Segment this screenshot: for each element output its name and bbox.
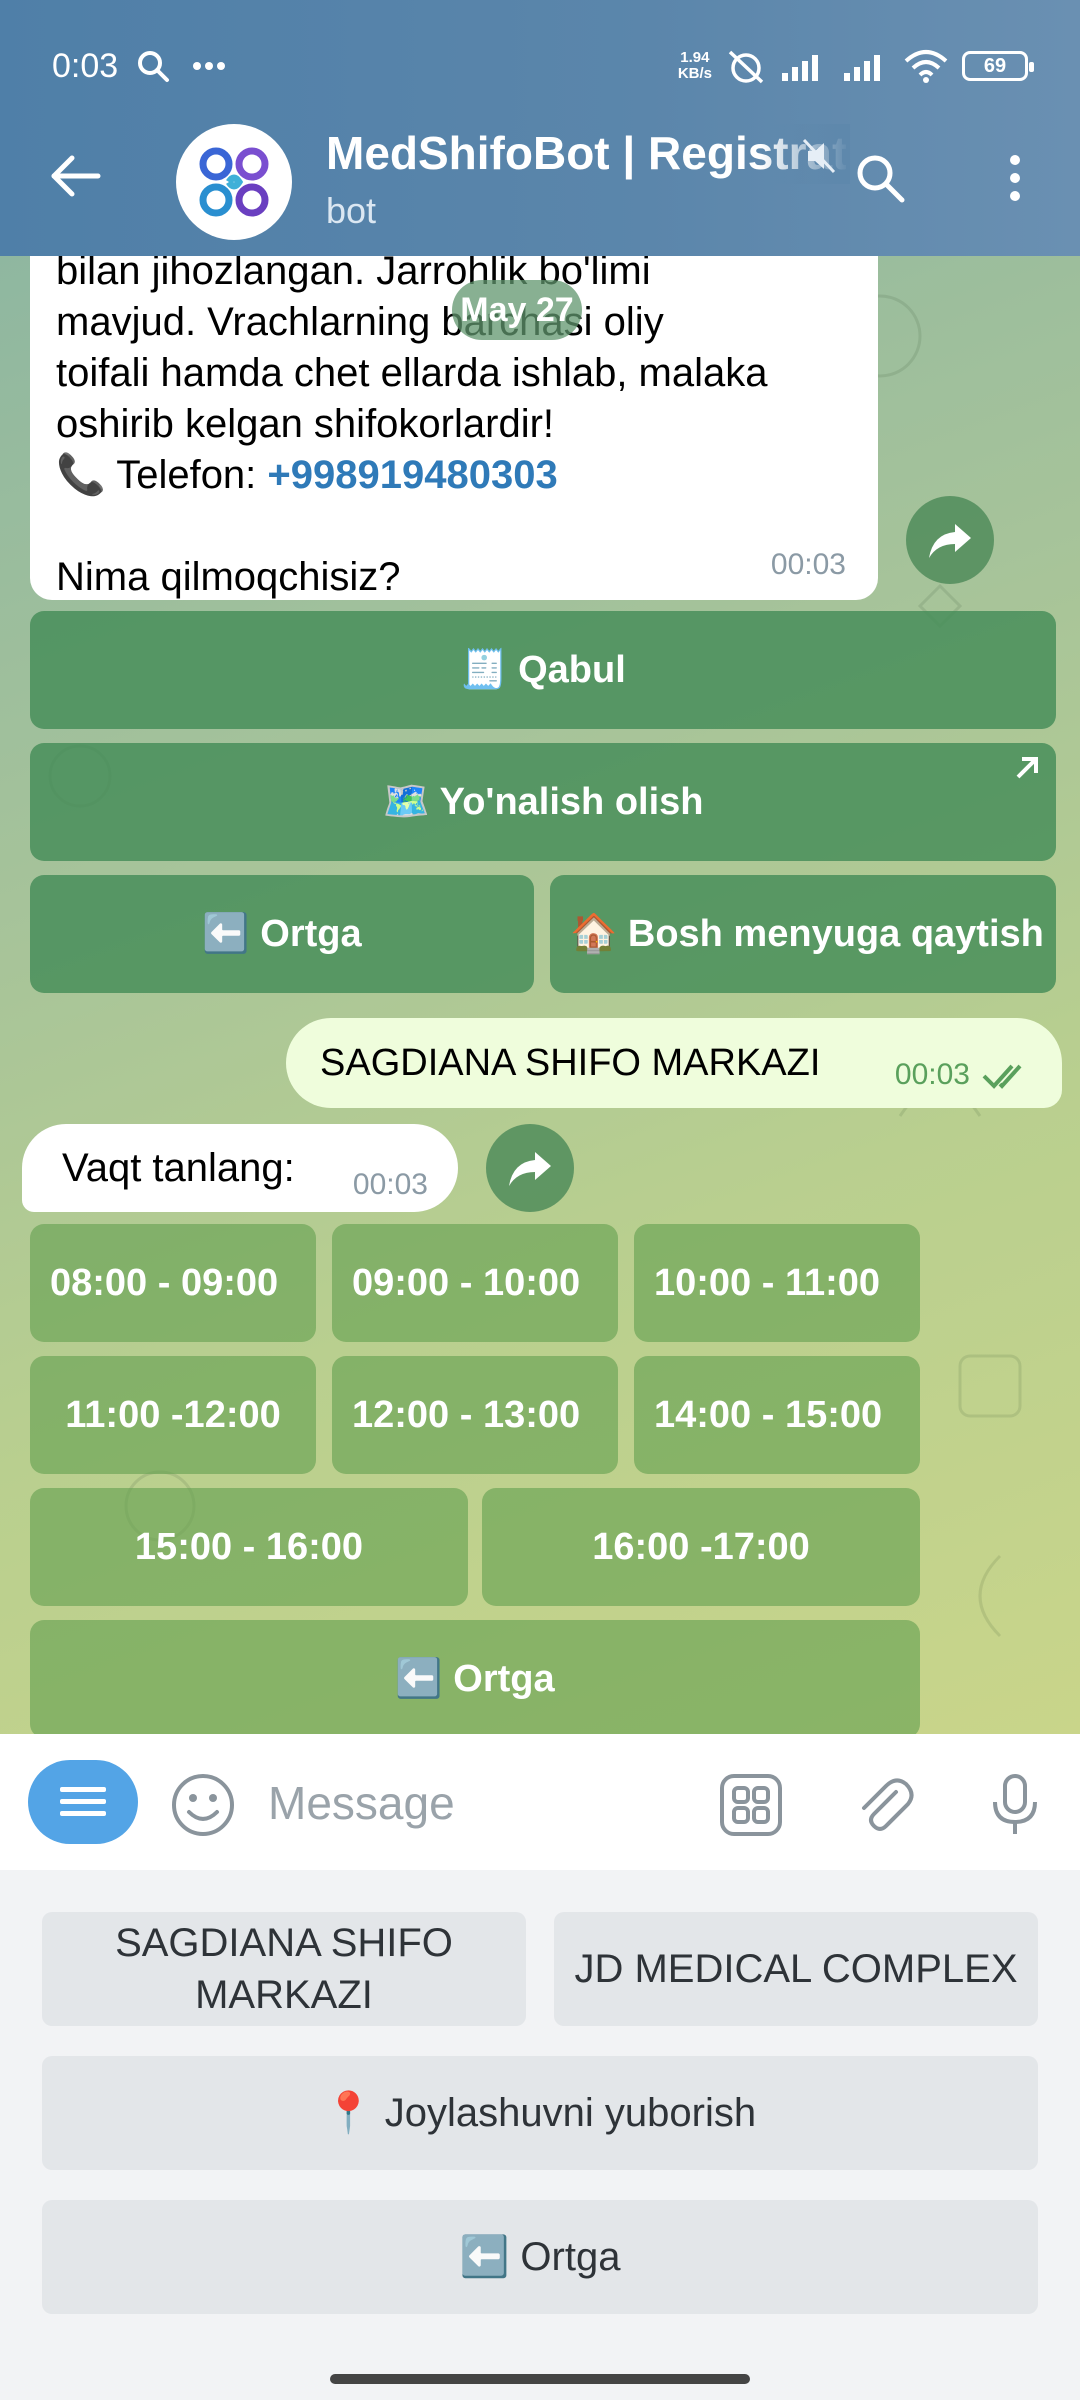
share-arrow-icon <box>509 1152 551 1186</box>
message-time: 00:03 <box>352 1168 428 1201</box>
message-line: oshirib kelgan shifokorlardir! <box>56 402 555 446</box>
more-vertical-icon[interactable] <box>990 148 1040 208</box>
phone-line: 📞 Telefon: +998919480303 <box>56 450 852 501</box>
message-input-bar <box>0 1734 1080 1870</box>
phone-label: 📞 Telefon: <box>56 453 268 497</box>
message-line: toifali hamda chet ellarda ishlab, malak… <box>56 351 768 395</box>
time-slots-back-button[interactable]: ⬅️ Ortga <box>30 1620 920 1734</box>
share-arrow-icon <box>929 524 971 558</box>
phone-link[interactable]: +998919480303 <box>267 453 557 497</box>
back-arrow-icon[interactable] <box>46 146 106 206</box>
time-slot-button[interactable]: 12:00 - 13:00 <box>332 1356 618 1474</box>
wifi-icon <box>904 50 948 83</box>
qabul-button[interactable]: 🧾 Qabul <box>30 611 1056 729</box>
message-line: bilan jihozlangan. Jarrohlik bo'limi <box>56 256 651 293</box>
search-icon[interactable] <box>850 148 910 208</box>
menu-icon <box>60 1787 106 1816</box>
status-time: 0:03 <box>52 46 119 85</box>
time-slot-button[interactable]: 14:00 - 15:00 <box>634 1356 920 1474</box>
chat-area[interactable]: bilan jihozlangan. Jarrohlik bo'limi mav… <box>0 256 1080 1734</box>
reply-option-jd-medical[interactable]: JD MEDICAL COMPLEX <box>554 1912 1038 2026</box>
yonalish-button[interactable]: 🗺️ Yo'nalish olish <box>30 743 1056 861</box>
time-slot-button[interactable]: 16:00 -17:00 <box>482 1488 920 1606</box>
external-link-icon <box>1016 757 1038 779</box>
app-bar: MedShifoBot | Registration bot <box>0 118 1080 244</box>
reply-keyboard: SAGDIANA SHIFO MARKAZI JD MEDICAL COMPLE… <box>0 1870 1080 2400</box>
emoji-icon[interactable] <box>170 1772 236 1838</box>
signal-icon-1 <box>782 55 818 81</box>
time-slot-button[interactable]: 11:00 -12:00 <box>30 1356 316 1474</box>
signal-icon-2 <box>844 55 880 81</box>
medshifo-logo-icon <box>199 147 269 217</box>
chat-header: 0:03 1.94 KB/s 69 MedShifoBot | Regist b… <box>0 0 1080 256</box>
bosh-menyu-button[interactable]: 🏠 Bosh menyuga qaytish <box>550 875 1056 993</box>
user-message-text: SAGDIANA SHIFO MARKAZI <box>320 1041 821 1084</box>
bot-commands-icon[interactable] <box>718 1772 784 1838</box>
yonalish-label: 🗺️ Yo'nalish olish <box>382 781 704 823</box>
reply-option-sagdiana[interactable]: SAGDIANA SHIFO MARKAZI <box>42 1912 526 2026</box>
chat-subtitle: bot <box>326 190 377 231</box>
network-speed: 1.94 KB/s <box>677 49 712 82</box>
user-message: SAGDIANA SHIFO MARKAZI 00:03 <box>286 1018 1062 1108</box>
battery-icon: 69 <box>962 51 1034 81</box>
time-slot-button[interactable]: 08:00 - 09:00 <box>30 1224 316 1342</box>
search-status-icon <box>138 51 170 82</box>
message-text: Vaqt tanlang: <box>62 1145 295 1190</box>
date-pill: May 27 <box>452 280 582 340</box>
reply-back-button[interactable]: ⬅️ Ortga <box>42 2200 1038 2314</box>
bot-avatar[interactable] <box>176 124 292 240</box>
message-question: Nima qilmoqchisiz? <box>56 555 401 599</box>
send-location-button[interactable]: 📍 Joylashuvni yuborish <box>42 2056 1038 2170</box>
message-time: 00:03 <box>770 548 846 581</box>
share-button[interactable] <box>906 496 994 584</box>
time-slot-button[interactable]: 15:00 - 16:00 <box>30 1488 468 1606</box>
alarm-off-icon <box>728 50 764 84</box>
ortga-button[interactable]: ⬅️ Ortga <box>30 875 534 993</box>
share-button[interactable] <box>486 1124 574 1212</box>
more-status-icon <box>193 62 226 70</box>
time-slot-button[interactable]: 09:00 - 10:00 <box>332 1224 618 1342</box>
message-input[interactable] <box>268 1768 668 1838</box>
status-bar: 0:03 1.94 KB/s 69 <box>52 36 1034 96</box>
home-indicator[interactable] <box>330 2374 750 2384</box>
attach-icon[interactable] <box>852 1772 918 1838</box>
double-check-icon <box>982 1064 1022 1089</box>
microphone-icon[interactable] <box>982 1772 1048 1838</box>
bot-menu-button[interactable] <box>28 1760 138 1844</box>
bot-message-time-select: Vaqt tanlang: 00:03 <box>22 1124 458 1212</box>
muted-speaker-icon <box>802 138 836 174</box>
message-time: 00:03 <box>894 1058 970 1091</box>
time-slot-button[interactable]: 10:00 - 11:00 <box>634 1224 920 1342</box>
